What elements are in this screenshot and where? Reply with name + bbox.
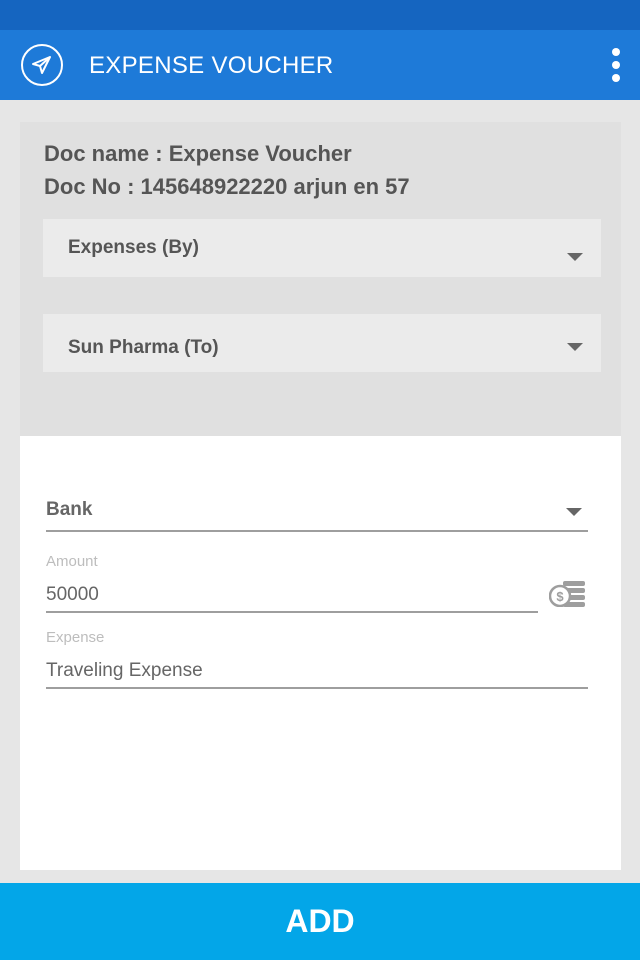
expense-hint: Expense	[46, 629, 105, 646]
payment-mode-value: Bank	[46, 499, 93, 520]
more-vert-icon[interactable]	[606, 48, 626, 82]
chevron-down-icon	[567, 253, 583, 261]
page-title: EXPENSE VOUCHER	[89, 52, 334, 79]
amount-underline	[46, 611, 538, 613]
add-button[interactable]: ADD	[0, 883, 640, 960]
chevron-down-icon	[567, 343, 583, 351]
voucher-form: Bank Amount 50000 $ Expense Traveling Ex…	[20, 436, 621, 870]
to-party-dropdown[interactable]: Sun Pharma (To)	[43, 314, 601, 372]
expense-value: Traveling Expense	[46, 660, 203, 681]
expenses-by-dropdown[interactable]: Expenses (By)	[43, 219, 601, 277]
doc-name-text: Doc name : Expense Voucher	[44, 141, 352, 166]
send-icon-glyph	[32, 56, 51, 74]
svg-text:$: $	[556, 589, 564, 604]
expenses-by-label: Expenses (By)	[68, 237, 199, 258]
document-header-card: Doc name : Expense Voucher Doc No : 1456…	[20, 122, 621, 436]
coins-dollar-icon[interactable]: $	[548, 579, 587, 608]
chevron-down-icon	[566, 508, 582, 516]
expense-field[interactable]: Traveling Expense	[46, 658, 588, 690]
status-bar	[0, 0, 640, 30]
coins-dollar-glyph: $	[548, 581, 585, 608]
payment-mode-select[interactable]: Bank	[46, 496, 588, 532]
menu-dot	[612, 48, 620, 56]
amount-value: 50000	[46, 584, 99, 605]
amount-hint: Amount	[46, 553, 98, 570]
menu-dot	[612, 74, 620, 82]
menu-dot	[612, 61, 620, 69]
payment-mode-underline	[46, 530, 588, 532]
send-icon[interactable]	[21, 44, 63, 86]
doc-number-text: Doc No : 145648922220 arjun en 57	[44, 174, 410, 199]
expense-underline	[46, 687, 588, 689]
amount-field[interactable]: 50000	[46, 582, 538, 614]
to-party-label: Sun Pharma (To)	[68, 337, 219, 358]
app-bar: EXPENSE VOUCHER	[0, 30, 640, 100]
